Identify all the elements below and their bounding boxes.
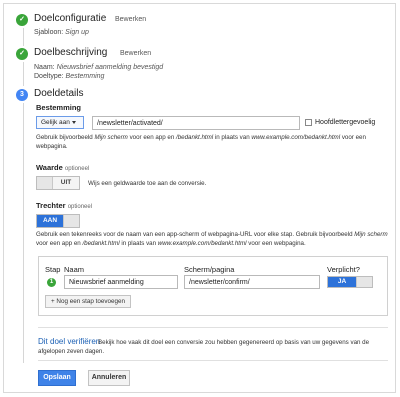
chevron-down-icon xyxy=(71,120,76,124)
save-button[interactable]: Opslaan xyxy=(38,370,76,386)
column-step: Stap xyxy=(45,265,61,274)
cancel-button[interactable]: Annuleren xyxy=(88,370,130,386)
destination-help-text: Gebruik bijvoorbeeld Mijn scherm voor ee… xyxy=(36,134,366,150)
step-1-template: Sjabloon: Sign up xyxy=(34,29,89,36)
funnel-step-screen-input[interactable]: /newsletter/confirm/ xyxy=(184,275,320,289)
goal-setup-panel: ✓ Doelconfiguratie Bewerken Sjabloon: Si… xyxy=(3,3,396,393)
funnel-step-name-input[interactable]: Nieuwsbrief aanmelding xyxy=(64,275,178,289)
toggle-knob xyxy=(37,177,53,189)
funnel-toggle-state: AAN xyxy=(37,215,63,227)
column-name: Naam xyxy=(64,265,85,274)
step-1-title: Doelconfiguratie xyxy=(34,13,107,24)
step-2-edit-link[interactable]: Bewerken xyxy=(120,50,151,57)
case-sensitive-label: Hoofdlettergevoelig xyxy=(315,119,376,126)
column-screen: Scherm/pagina xyxy=(184,265,235,274)
step-2-goal-type: Doeltype: Bestemming xyxy=(34,73,105,80)
section-divider xyxy=(38,327,388,328)
toggle-knob xyxy=(356,277,372,287)
destination-label: Bestemming xyxy=(36,103,82,112)
funnel-step-number: 1 xyxy=(47,278,56,287)
funnel-toggle[interactable]: AAN xyxy=(36,214,80,228)
value-label: Waarde optioneel xyxy=(36,163,90,172)
value-toggle[interactable]: UIT xyxy=(36,176,80,190)
section-divider xyxy=(38,360,388,361)
step-2-title: Doelbeschrijving xyxy=(34,47,108,58)
value-toggle-state: UIT xyxy=(60,179,72,186)
step-connector xyxy=(23,103,24,363)
case-sensitive-checkbox[interactable] xyxy=(305,119,312,126)
step-2-goal-name: Naam: Nieuwsbrief aanmelding bevestigd xyxy=(34,64,164,71)
column-required: Verplicht? xyxy=(327,265,360,274)
step-connector xyxy=(23,62,24,86)
funnel-steps-table: Stap Naam Scherm/pagina Verplicht? 1 Nie… xyxy=(38,256,388,316)
toggle-knob xyxy=(63,215,79,227)
step-1-complete-icon: ✓ xyxy=(16,14,28,26)
required-toggle-state: JA xyxy=(328,277,356,287)
step-3-active-icon: 3 xyxy=(16,89,28,101)
add-funnel-step-button[interactable]: + Nog een stap toevoegen xyxy=(45,295,132,308)
value-help-text: Wijs een geldwaarde toe aan de conversie… xyxy=(88,180,207,187)
destination-url-input[interactable]: /newsletter/activated/ xyxy=(92,116,300,130)
funnel-label: Trechter optioneel xyxy=(36,201,93,210)
step-3-title: Doeldetails xyxy=(34,88,84,99)
verify-help-text: Bekijk hoe vaak dit doel een conversie z… xyxy=(38,339,370,355)
step-2-complete-icon: ✓ xyxy=(16,48,28,60)
step-connector xyxy=(23,28,24,46)
step-1-edit-link[interactable]: Bewerken xyxy=(115,16,146,23)
match-type-select[interactable]: Gelijk aan xyxy=(36,116,84,129)
funnel-required-toggle[interactable]: JA xyxy=(327,276,373,288)
funnel-help-text: Gebruik een tekenreeks voor de naam van … xyxy=(36,231,388,247)
